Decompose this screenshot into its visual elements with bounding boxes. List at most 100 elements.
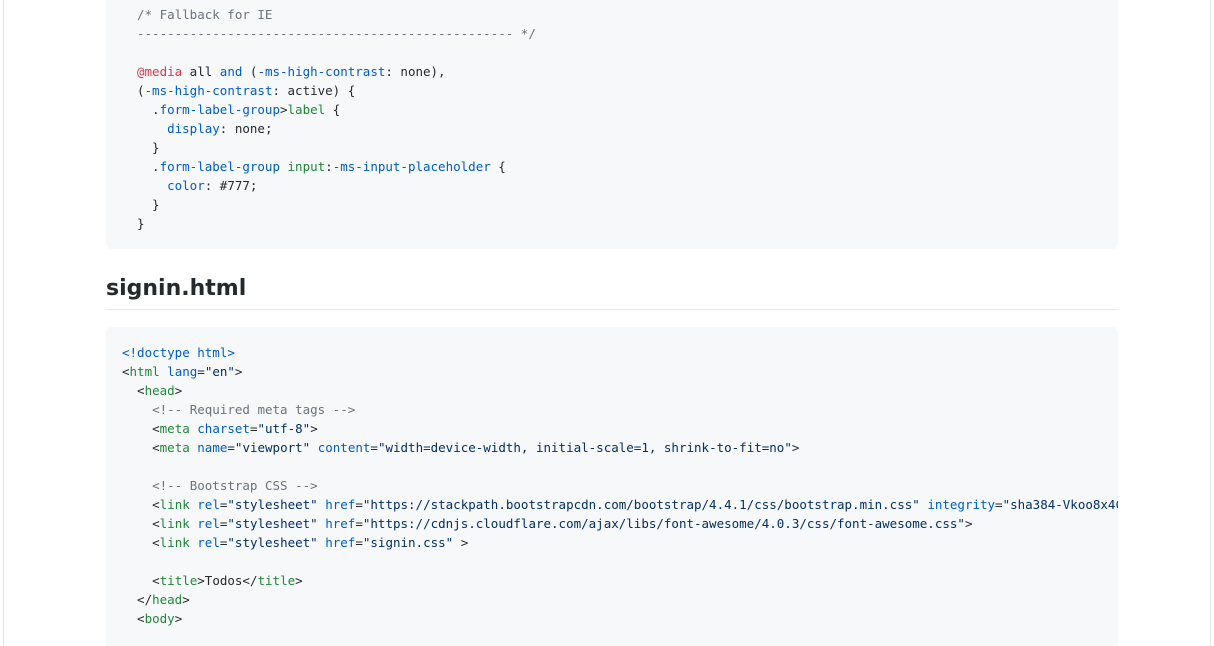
css-code-line: ----------------------------------------…: [137, 24, 1102, 43]
code-token: : none;: [219, 121, 273, 136]
html-code-line: <head>: [122, 381, 1102, 400]
code-token: head: [152, 592, 183, 607]
code-token: rel: [197, 535, 220, 550]
code-token: {: [325, 102, 341, 117]
code-token: >: [791, 440, 800, 455]
code-token: "viewport": [234, 440, 311, 455]
code-token: href: [325, 516, 356, 531]
css-code-block[interactable]: /* Fallback for IE ----------------------…: [106, 0, 1118, 249]
html-code-block[interactable]: <!doctype html> <html lang="en"> <head> <…: [106, 327, 1118, 646]
code-token: "signin.css": [362, 535, 454, 550]
code-token: "stylesheet": [227, 497, 318, 512]
code-token: "stylesheet": [227, 516, 318, 531]
html-code-line: </head>: [122, 590, 1102, 609]
code-token: {: [490, 159, 506, 174]
css-code-line: /* Fallback for IE: [137, 5, 1102, 24]
code-token: "https://stackpath.bootstrapcdn.com/boot…: [362, 497, 920, 512]
code-token: .: [137, 159, 160, 174]
code-token: =: [995, 497, 1003, 512]
code-token: -ms-high-contrast: [257, 64, 386, 79]
css-code-line: .form-label-group>label {: [137, 100, 1102, 119]
code-token: meta: [159, 440, 190, 455]
code-token: charset: [197, 421, 250, 436]
code-token: >: [310, 421, 318, 436]
code-token: <: [122, 535, 160, 550]
code-token: <: [122, 497, 160, 512]
code-token: body: [144, 611, 175, 626]
code-token: "sha384-Vkoo8x4C: [1002, 497, 1118, 512]
code-token: color: [167, 178, 205, 193]
code-token: =: [249, 421, 258, 436]
html-code-line: <link rel="stylesheet" href="https://sta…: [122, 495, 1118, 514]
code-token: >: [964, 516, 973, 531]
code-token: <!-- Bootstrap CSS -->: [122, 478, 318, 493]
code-token: name: [197, 440, 228, 455]
code-token: label: [287, 102, 326, 117]
code-token: =: [355, 497, 363, 512]
code-token: "utf-8": [257, 421, 311, 436]
code-token: <!doctype html>: [122, 345, 235, 360]
css-code-line: color: #777;: [137, 176, 1102, 195]
code-token: </: [122, 592, 153, 607]
code-token: : #777;: [204, 178, 258, 193]
code-token: <: [122, 383, 145, 398]
code-token: >: [280, 102, 288, 117]
code-token: title: [159, 573, 198, 588]
html-code-line: <meta name="viewport" content="width=dev…: [122, 438, 1102, 457]
code-token: @media: [137, 64, 183, 79]
code-token: rel: [197, 497, 220, 512]
css-code-line: }: [137, 138, 1102, 157]
code-token: form-label-group: [159, 159, 280, 174]
code-token: "width=device-width, initial-scale=1, sh…: [377, 440, 792, 455]
code-token: display: [167, 121, 220, 136]
code-token: >: [174, 383, 183, 398]
code-token: : active) {: [272, 83, 356, 98]
code-token: : none),: [385, 64, 446, 79]
code-token: -ms-input-placeholder: [332, 159, 491, 174]
code-token: form-label-group: [159, 102, 280, 117]
code-token: }: [137, 216, 145, 231]
code-token: link: [159, 497, 190, 512]
html-code-line: <meta charset="utf-8">: [122, 419, 1102, 438]
code-token: =: [370, 440, 378, 455]
code-token: ----------------------------------------…: [137, 26, 536, 41]
html-code-line: <link rel="stylesheet" href="https://cdn…: [122, 514, 1102, 533]
code-token: <: [122, 421, 160, 436]
code-token: all: [182, 64, 220, 79]
css-code-line: [137, 43, 1102, 62]
code-token: >: [234, 364, 243, 379]
code-token: /* Fallback for IE: [137, 7, 273, 22]
code-token: html: [129, 364, 160, 379]
code-token: =: [355, 516, 363, 531]
code-token: :: [325, 159, 333, 174]
html-code-line: <html lang="en">: [122, 362, 1102, 381]
page-frame: /* Fallback for IE ----------------------…: [3, 0, 1211, 646]
html-code-line: [122, 457, 1102, 476]
code-token: lang: [167, 364, 198, 379]
code-token: "https://cdnjs.cloudflare.com/ajax/libs/…: [362, 516, 965, 531]
code-token: content: [317, 440, 371, 455]
css-code-line: display: none;: [137, 119, 1102, 138]
code-token: title: [257, 573, 296, 588]
css-code-line: .form-label-group input:-ms-input-placeh…: [137, 157, 1102, 176]
css-code-line: (-ms-high-contrast: active) {: [137, 81, 1102, 100]
code-token: "stylesheet": [227, 535, 318, 550]
code-token: <!-- Required meta tags -->: [122, 402, 356, 417]
html-code-line: <!-- Required meta tags -->: [122, 400, 1102, 419]
code-token: href: [325, 497, 356, 512]
code-token: >Todos</: [197, 573, 258, 588]
html-code-line: <title>Todos</title>: [122, 571, 1102, 590]
code-token: head: [144, 383, 175, 398]
code-token: >: [182, 592, 190, 607]
code-token: <: [122, 440, 160, 455]
css-code-line: }: [137, 195, 1102, 214]
code-token: .: [137, 102, 160, 117]
css-code-line: }: [137, 214, 1102, 233]
code-token: rel: [197, 516, 220, 531]
html-code-line: <link rel="stylesheet" href="signin.css"…: [122, 533, 1102, 552]
code-token: href: [325, 535, 356, 550]
